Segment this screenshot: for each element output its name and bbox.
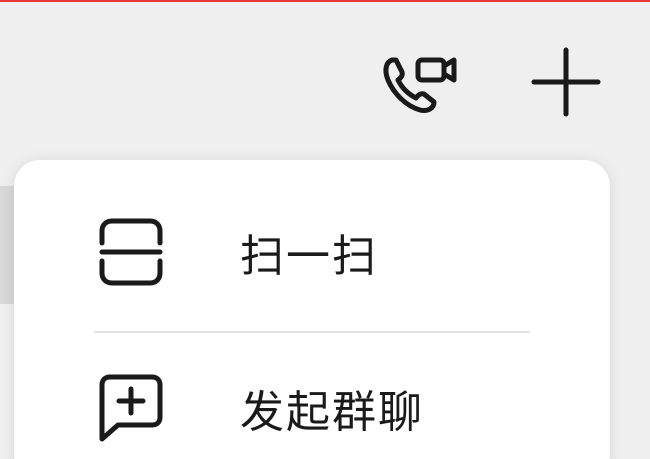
scan-icon bbox=[94, 215, 168, 289]
video-call-button[interactable] bbox=[378, 48, 464, 118]
menu-item-start-group-chat[interactable]: 发起群聊 bbox=[14, 338, 610, 459]
add-menu-popup: 扫一扫 发起群聊 bbox=[14, 160, 610, 459]
background-list-edge bbox=[0, 186, 14, 304]
top-accent-line bbox=[0, 0, 650, 2]
plus-icon bbox=[531, 47, 601, 117]
add-button[interactable] bbox=[524, 44, 608, 120]
menu-item-label: 发起群聊 bbox=[240, 387, 424, 438]
menu-item-scan[interactable]: 扫一扫 bbox=[14, 182, 610, 322]
menu-divider bbox=[94, 331, 530, 333]
menu-item-label: 扫一扫 bbox=[240, 231, 378, 282]
screen: 扫一扫 发起群聊 bbox=[0, 0, 650, 459]
video-call-icon bbox=[383, 57, 457, 113]
group-chat-icon bbox=[94, 371, 168, 445]
